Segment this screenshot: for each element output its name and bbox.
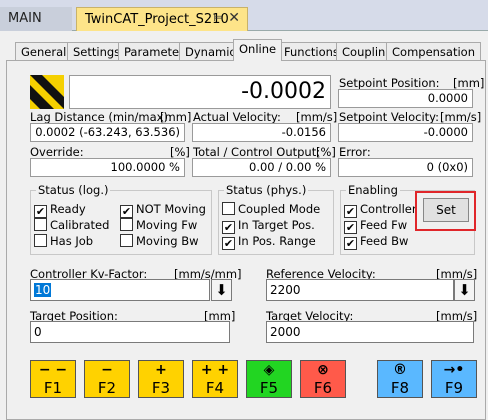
checkbox-controller[interactable]: ✔ Controller <box>344 202 417 218</box>
reset-icon: ® <box>393 362 407 378</box>
checkbox-not-moving[interactable]: ✔ NOT Moving <box>120 202 206 218</box>
set-button[interactable]: Set <box>423 198 469 222</box>
f6-stop-button[interactable]: ⊗ F6 <box>300 360 346 398</box>
checkbox-coupled-mode[interactable]: Coupled Mode <box>222 202 320 216</box>
status-log-title: Status (log.) <box>36 183 111 197</box>
setpoint-position-label: Setpoint Position: <box>339 76 440 90</box>
checkbox-feed-fw[interactable]: ✔ Feed Fw <box>344 218 407 234</box>
check-icon: ✔ <box>34 205 47 218</box>
doc-tab-project-label: TwinCAT_Project_S210 <box>85 12 229 27</box>
setpoint-velocity-label: Setpoint Velocity: <box>339 110 440 124</box>
target-position-input[interactable]: 0 <box>30 321 230 343</box>
checkbox-calibrated[interactable]: Calibrated <box>34 218 109 232</box>
reference-velocity-input[interactable]: 2200 <box>266 279 454 301</box>
checkbox-has-job[interactable]: Has Job <box>34 234 93 248</box>
start-icon: ◈ <box>263 362 275 378</box>
axis-stripes-icon <box>30 75 64 109</box>
checkbox-in-pos-range[interactable]: ✔ In Pos. Range <box>222 234 316 250</box>
kv-factor-input[interactable]: 10 <box>30 279 210 301</box>
control-output-unit: [%] <box>316 145 336 159</box>
close-icon[interactable]: ✕ <box>228 10 240 26</box>
setpoint-velocity-unit: [mm/s] <box>440 110 482 124</box>
enabling-title: Enabling <box>346 183 400 197</box>
tab-compensation[interactable]: Compensation <box>386 42 481 61</box>
setpoint-velocity-value: -0.0000 <box>338 123 473 142</box>
checkbox-feed-bw[interactable]: ✔ Feed Bw <box>344 234 408 250</box>
actual-velocity-unit: [mm/s] <box>296 110 338 124</box>
stop-icon: ⊗ <box>317 362 329 378</box>
reference-velocity-download-button[interactable]: ⬇ <box>454 279 475 301</box>
check-icon: ✔ <box>120 205 133 218</box>
document-tab-bar: MAIN TwinCAT_Project_S210 ⊨ ✕ <box>0 0 488 31</box>
doc-tab-main[interactable]: MAIN <box>0 7 72 31</box>
lag-distance-unit: [mm] <box>160 110 192 124</box>
f3-jog-forward-button[interactable]: + F3 <box>138 360 184 398</box>
doc-tab-project[interactable]: TwinCAT_Project_S210 ⊨ ✕ <box>76 7 248 31</box>
kv-factor-download-button[interactable]: ⬇ <box>211 279 232 301</box>
f4-jog-fast-forward-button[interactable]: + + F4 <box>192 360 238 398</box>
check-icon: ✔ <box>344 221 357 234</box>
tab-online[interactable]: Online <box>233 39 283 61</box>
check-icon: ✔ <box>222 221 235 234</box>
status-phys-title: Status (phys.) <box>224 183 309 197</box>
f1-jog-fast-backward-button[interactable]: − − F1 <box>30 360 76 398</box>
f2-jog-backward-button[interactable]: − F2 <box>84 360 130 398</box>
checkbox-in-target-pos[interactable]: ✔ In Target Pos. <box>222 218 315 234</box>
f5-start-button[interactable]: ◈ F5 <box>246 360 292 398</box>
lag-distance-label: Lag Distance (min/max): <box>30 110 172 124</box>
check-icon: ✔ <box>344 205 357 218</box>
error-label: Error: <box>339 145 371 159</box>
checkbox-moving-fw[interactable]: Moving Fw <box>120 218 197 232</box>
checkbox-moving-bw[interactable]: Moving Bw <box>120 234 199 248</box>
setpoint-position-unit: [mm] <box>453 76 485 90</box>
check-icon: ✔ <box>222 237 235 250</box>
target-velocity-input[interactable]: 2000 <box>266 321 474 343</box>
pin-icon[interactable]: ⊨ <box>213 11 223 24</box>
override-unit: [%] <box>170 145 190 159</box>
actual-velocity-value: -0.0156 <box>192 123 331 142</box>
tab-functions[interactable]: Functions <box>278 42 345 61</box>
tab-general[interactable]: General <box>15 42 73 61</box>
error-value: 0 (0x0) <box>338 158 473 177</box>
check-icon: ✔ <box>344 237 357 250</box>
override-label: Override: <box>30 145 84 159</box>
f9-move-to-target-button[interactable]: →• F9 <box>431 360 477 398</box>
f8-reset-button[interactable]: ® F8 <box>377 360 423 398</box>
actual-velocity-label: Actual Velocity: <box>193 110 281 124</box>
move-to-target-icon: →• <box>443 362 465 378</box>
actual-position-display: -0.0002 <box>69 75 331 109</box>
control-output-label: Total / Control Output: <box>193 145 321 159</box>
checkbox-ready[interactable]: ✔ Ready <box>34 202 86 218</box>
setpoint-position-value: 0.0000 <box>338 89 473 108</box>
lag-distance-value: 0.0002 (-63.243, 63.536) <box>30 123 185 142</box>
control-output-value: 0.00 / 0.00 % <box>192 158 331 177</box>
override-value: 100.0000 % <box>30 158 185 177</box>
